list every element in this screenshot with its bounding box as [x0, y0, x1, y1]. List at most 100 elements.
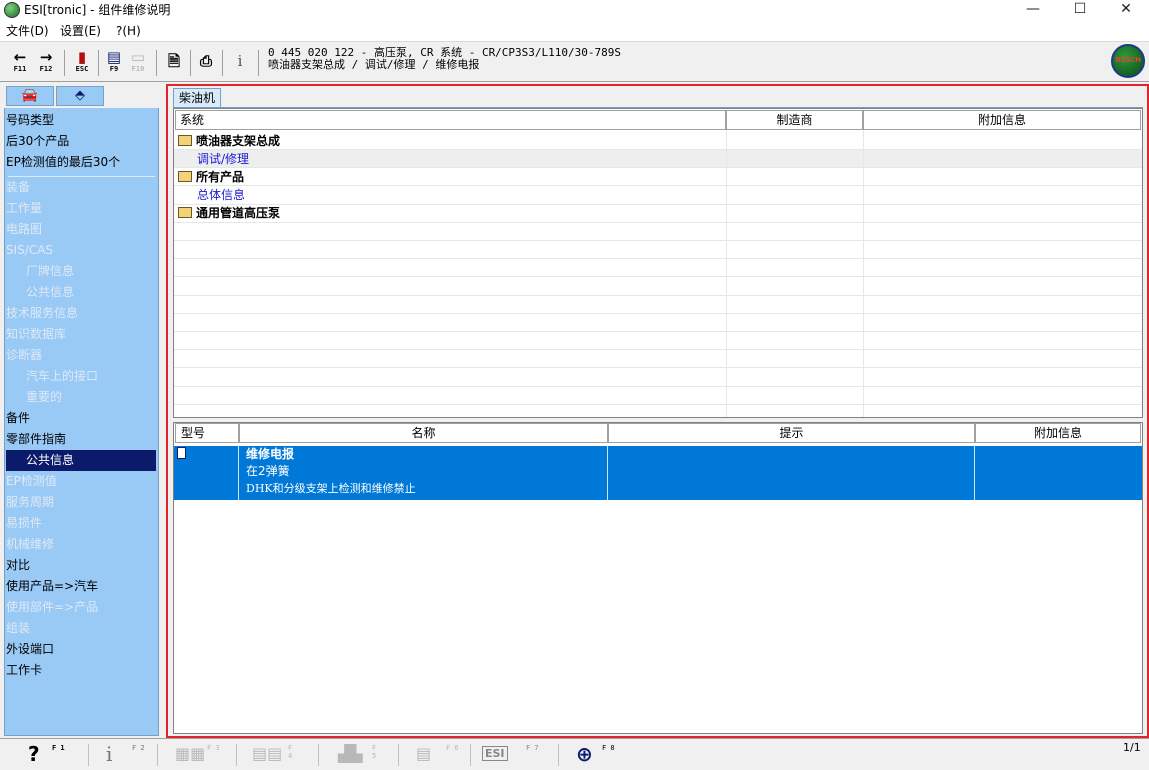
bosch-f8-button[interactable]: ⊕ F 8 [576, 742, 616, 766]
statusbar-separator [318, 744, 319, 766]
sidebar-item[interactable]: 后30个产品 [6, 131, 156, 152]
document-title: 维修电报 [246, 447, 295, 461]
selected-tree-row [174, 150, 1142, 168]
sidebar-item[interactable]: 装备 [6, 177, 156, 198]
grid-column-line [863, 130, 864, 417]
component-icon: ⬘ [75, 88, 85, 103]
breadcrumb: 0 445 020 122 - 高压泵, CR 系统 - CR/CP3S3/L1… [268, 47, 621, 71]
tree-folder-row[interactable]: 所有产品 [178, 168, 244, 186]
sidebar-item[interactable]: 汽车上的接口 [6, 366, 156, 387]
grid-line [174, 295, 1142, 296]
column-header-extra-info[interactable]: 附加信息 [863, 110, 1141, 130]
back-button[interactable]: ← F11 [10, 50, 30, 78]
forward-button[interactable]: → F12 [36, 50, 56, 78]
sidebar-item[interactable]: 备件 [6, 408, 156, 429]
menu-settings[interactable]: 设置(E) [60, 23, 101, 39]
tab-vehicle[interactable]: 🚘 [6, 86, 54, 106]
sidebar-item[interactable]: 服务周期 [6, 492, 156, 513]
minimize-button[interactable]: — [1010, 0, 1056, 20]
sidebar-item[interactable]: 厂牌信息 [6, 261, 156, 282]
statusbar-separator [470, 744, 471, 766]
help-f1-button[interactable]: ? F 1 [28, 742, 68, 766]
sidebar-item[interactable]: 诊断器 [6, 345, 156, 366]
sidebar-item[interactable]: 号码类型 [6, 110, 156, 131]
f10-button[interactable]: ▭ F10 [128, 50, 148, 78]
folder-icon [178, 135, 192, 146]
sidebar-item[interactable]: SIS/CAS [6, 240, 156, 261]
tab-diesel[interactable]: 柴油机 [173, 88, 221, 108]
sidebar-item[interactable]: 重要的 [6, 387, 156, 408]
f9-button[interactable]: ▤ F9 [104, 50, 124, 78]
sidebar-item[interactable]: 机械维修 [6, 534, 156, 555]
info-f2-button[interactable]: iF 2 [106, 742, 146, 766]
print-button[interactable]: ⎙ [196, 54, 216, 82]
statusbar-separator [157, 744, 158, 766]
esc-button[interactable]: ▮ ESC [72, 50, 92, 78]
sidebar-item[interactable]: 对比 [6, 555, 156, 576]
sidebar-item[interactable]: 使用部件=>产品 [6, 597, 156, 618]
f5-button[interactable]: ▟▙ F 5 [338, 742, 384, 766]
sidebar-item[interactable]: 易损件 [6, 513, 156, 534]
tools-icon: ▟▙ [338, 744, 363, 763]
tree-link-row[interactable]: 总体信息 [197, 186, 245, 204]
tree-link-row[interactable]: 调试/修理 [197, 150, 249, 168]
sidebar-tabs: 🚘 ⬘ [4, 84, 159, 108]
tree-folder-row[interactable]: 通用管道高压泵 [178, 204, 280, 222]
column-header-hint[interactable]: 提示 [608, 423, 975, 443]
sidebar-item[interactable]: 公共信息 [6, 450, 156, 471]
menu-help[interactable]: ?(H) [116, 23, 141, 39]
document-line3: DHK和分级支架上检测和维修禁止 [246, 482, 416, 495]
column-header-manufacturer[interactable]: 制造商 [726, 110, 863, 130]
info-button[interactable]: i [230, 54, 250, 82]
grid-line [174, 367, 1142, 368]
bosch-globe-logo: BOSCH [1111, 44, 1145, 78]
toolbar-separator [98, 50, 99, 76]
sidebar-item[interactable]: 工作量 [6, 198, 156, 219]
tab-component[interactable]: ⬘ [56, 86, 104, 106]
sidebar-item[interactable]: 公共信息 [6, 282, 156, 303]
grid-line [174, 313, 1142, 314]
f6-button[interactable]: ▤ F 6 [416, 742, 462, 766]
column-header-name[interactable]: 名称 [239, 423, 608, 443]
window-icon: ▭ [130, 48, 146, 66]
sidebar-item[interactable]: 知识数据库 [6, 324, 156, 345]
f3-button[interactable]: ▦▦ F 3 [175, 742, 221, 766]
close-button[interactable]: ✕ [1103, 0, 1149, 20]
sidebar-item[interactable]: 技术服务信息 [6, 303, 156, 324]
column-header-model[interactable]: 型号 [175, 423, 239, 443]
question-icon: ? [28, 742, 40, 766]
esi-f7-button[interactable]: ESI F 7 [482, 742, 542, 766]
toolbar-separator [156, 50, 157, 76]
table-icon: ▤▤ [252, 744, 283, 763]
menu-file[interactable]: 文件(D) [6, 23, 49, 39]
sidebar-item[interactable]: 组装 [6, 618, 156, 639]
tree-folder-row[interactable]: 喷油器支架总成 [178, 132, 280, 150]
f4-button[interactable]: ▤▤ F 4 [252, 742, 298, 766]
sidebar-item[interactable]: 电路图 [6, 219, 156, 240]
info-icon: i [237, 52, 243, 70]
sidebar-item[interactable]: 零部件指南 [6, 429, 156, 450]
sidebar-item[interactable]: EP检测值 [6, 471, 156, 492]
arrow-left-icon: ← [13, 48, 27, 66]
column-header-system[interactable]: 系统 [175, 110, 726, 130]
statusbar-separator [558, 744, 559, 766]
sidebar-item[interactable]: 工作卡 [6, 660, 156, 681]
sidebar-item[interactable]: 使用产品=>汽车 [6, 576, 156, 597]
column-header-extra-info[interactable]: 附加信息 [975, 423, 1141, 443]
toolbar-separator [258, 50, 259, 76]
folder-icon [178, 207, 192, 218]
document-icon [177, 447, 186, 459]
grid-line [174, 349, 1142, 350]
sidebar-item[interactable]: EP检测值的最后30个 [6, 152, 156, 173]
maximize-button[interactable]: ☐ [1057, 0, 1103, 20]
printer-icon: ⎙ [199, 52, 212, 70]
sidebar-divider [8, 176, 155, 177]
title-bar: ESI[tronic] - 组件维修说明 — ☐ ✕ [0, 0, 1149, 20]
statusbar-separator [88, 744, 89, 766]
toolbar-separator [222, 50, 223, 76]
grid-icon: ▦▦ [175, 744, 206, 763]
sidebar-item[interactable]: 外设端口 [6, 639, 156, 660]
grid-line [174, 185, 1142, 186]
app-globe-icon [4, 2, 20, 18]
document-button[interactable]: 🗎 [164, 54, 184, 82]
